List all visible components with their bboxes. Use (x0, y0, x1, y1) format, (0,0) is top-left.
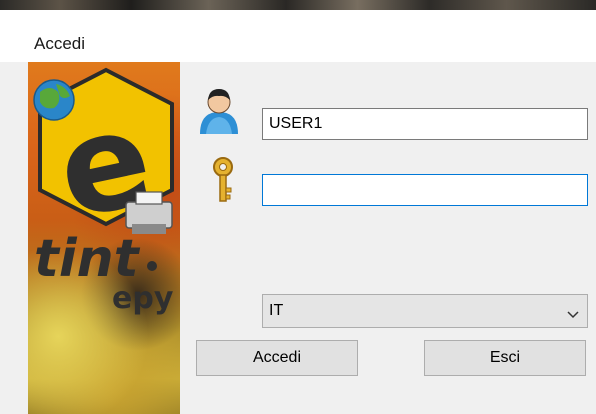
globe-icon (33, 79, 75, 121)
title-bar[interactable]: Accedi (0, 10, 596, 62)
window-title: Accedi (34, 34, 86, 53)
logo-dot (147, 261, 157, 271)
exit-button[interactable]: Esci (424, 340, 586, 376)
password-input[interactable] (262, 174, 588, 206)
logo-brand-name: tint (34, 229, 141, 289)
chevron-down-icon (567, 306, 579, 324)
user-icon (196, 88, 242, 141)
login-button[interactable]: Accedi (196, 340, 358, 376)
username-input[interactable] (262, 108, 588, 140)
background-strip (0, 0, 596, 10)
login-dialog: e tint epy USER1 IT Accedi Esci (0, 62, 596, 414)
logo-panel: e tint epy (28, 62, 180, 414)
logo-brand-suffix: epy (112, 281, 174, 316)
language-select[interactable]: IT (262, 294, 588, 328)
language-select-value: IT (269, 302, 284, 319)
key-icon (210, 156, 236, 211)
